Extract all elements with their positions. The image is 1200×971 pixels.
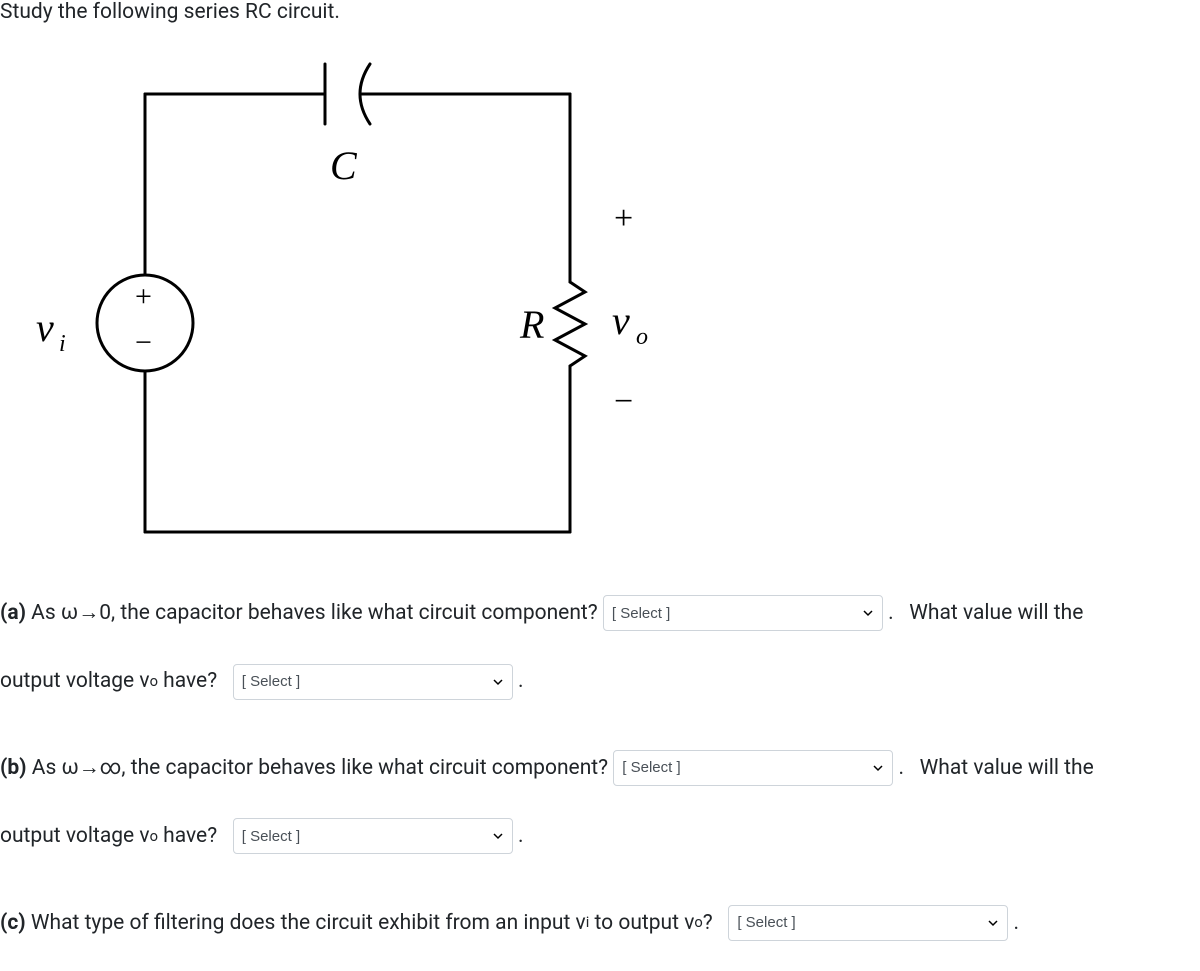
question-b-label: (b) [0,743,27,793]
svg-text:v: v [612,298,630,343]
question-b-text2: . What value will the [893,743,1093,793]
question-b-text4: have? [158,811,233,861]
select-c-filter[interactable]: [ Select ] [728,905,1008,941]
select-b-voltage[interactable]: [ Select ] [233,818,513,854]
select-a-voltage[interactable]: [ Select ] [233,664,513,700]
question-c-label: (c) [0,898,26,948]
svg-text:+: + [614,200,633,237]
page-title: Study the following series RC circuit. [0,0,1200,24]
question-b-text5: . [513,811,524,861]
question-a-text1: As ω→0, the capacitor behaves like what … [26,588,603,638]
question-a-text2: . What value will the [883,588,1083,638]
svg-text:o: o [636,324,648,350]
select-a-component[interactable]: [ Select ] [603,595,883,631]
question-c: (c) What type of filtering does the circ… [0,898,1200,948]
question-b: (b) As ω→∞, the capacitor behaves like w… [0,743,1200,793]
question-c-text4: . [1008,898,1019,948]
question-a-sub: o [150,664,158,699]
svg-text:R: R [519,302,544,347]
circuit-diagram: C R v i + − v o + − [30,34,1200,570]
svg-text:C: C [330,143,358,188]
question-c-text1: What type of filtering does the circuit … [26,898,586,948]
question-c-sub-o: o [694,905,702,940]
question-a-text3: output voltage v [0,656,150,706]
svg-text:−: − [614,383,633,420]
question-a-label: (a) [0,588,26,638]
select-b-component[interactable]: [ Select ] [613,750,893,786]
question-c-text2: to output v [589,898,694,948]
question-a-text5: . [513,656,524,706]
svg-text:i: i [59,331,66,357]
question-a-cont: output voltage vo have? [ Select ] . [0,656,1200,706]
question-a: (a) As ω→0, the capacitor behaves like w… [0,588,1200,638]
question-b-sub: o [150,819,158,854]
question-b-text1: As ω→∞, the capacitor behaves like what … [27,743,614,793]
question-c-text3: ? [703,898,729,948]
svg-text:v: v [36,305,54,350]
svg-text:−: − [135,326,152,359]
question-b-text3: output voltage v [0,811,150,861]
question-a-text4: have? [158,656,233,706]
svg-text:+: + [135,280,152,313]
question-b-cont: output voltage vo have? [ Select ] . [0,811,1200,861]
